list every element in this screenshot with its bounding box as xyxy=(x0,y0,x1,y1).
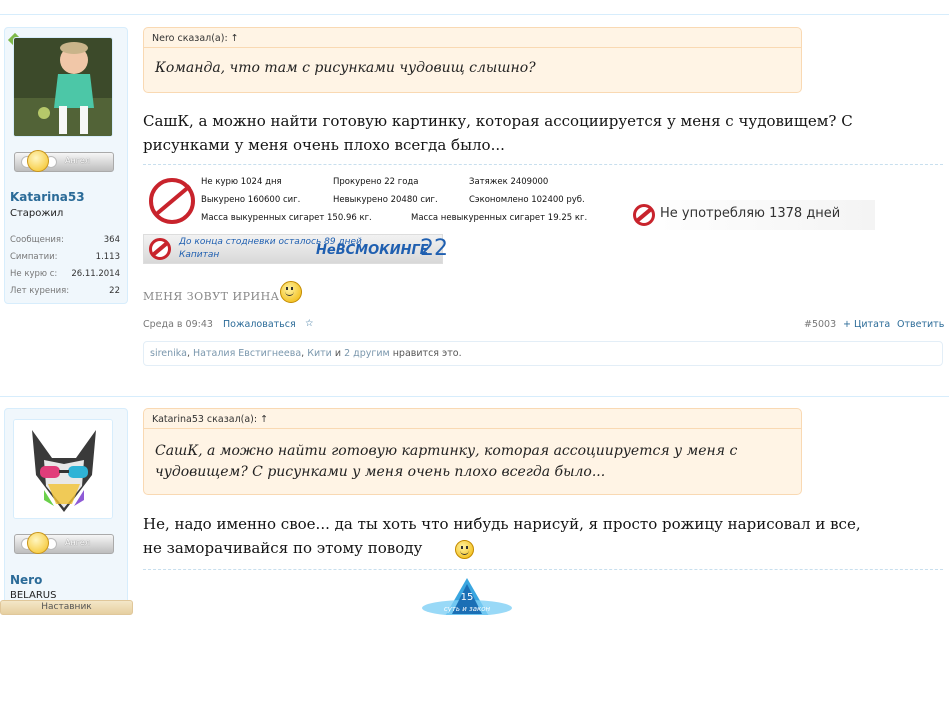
anniversary-badge-icon: 15 суть и закон xyxy=(420,578,515,615)
marathon-signature[interactable]: До конца стодневки осталось 89 дней Капи… xyxy=(143,234,448,264)
post-date[interactable]: Среда в 09:43 xyxy=(143,319,213,330)
rank-badge: Ангел xyxy=(14,150,114,172)
report-link[interactable]: Пожаловаться xyxy=(223,319,296,330)
stat-smoking-years: Лет курения: 22 xyxy=(10,286,120,296)
marathon-no-smoking-icon xyxy=(149,238,171,260)
like-user-1[interactable]: sirenika xyxy=(150,348,187,359)
svg-text:суть и закон: суть и закон xyxy=(444,605,491,613)
top-divider xyxy=(0,14,949,15)
quote-block: Nero сказал(а): ↑ Команда, что там с рис… xyxy=(143,27,802,93)
quote-text: СашК, а можно найти готовую картинку, ко… xyxy=(155,443,738,480)
user-title: Старожил xyxy=(10,208,64,219)
svg-text:15: 15 xyxy=(461,592,474,603)
no-use-icon xyxy=(633,204,655,226)
like-user-2[interactable]: Наталия Евстигнеева xyxy=(193,348,301,359)
message-text: Не, надо именно свое... да ты хоть что н… xyxy=(143,515,861,557)
star-icon[interactable]: ☆ xyxy=(305,318,314,329)
post-separator xyxy=(0,396,949,397)
quote-author[interactable]: Nero сказал(а): ↑ xyxy=(144,28,801,48)
smoking-counter-signature[interactable]: Не курю 1024 дня Прокурено 22 года Затяж… xyxy=(143,174,623,230)
quote-author[interactable]: Katarina53 сказал(а): ↑ xyxy=(144,409,801,429)
signature-divider xyxy=(143,164,943,165)
stat-quit-date: Не курю с: 26.11.2014 xyxy=(10,269,120,279)
mentor-badge: Наставник xyxy=(0,600,133,615)
quote-text: Команда, что там с рисунками чудовищ слы… xyxy=(155,60,536,76)
username[interactable]: Katarina53 xyxy=(10,190,85,204)
no-use-signature[interactable]: Не употребляю 1378 дней xyxy=(630,200,875,230)
likes-summary: sirenika, Наталия Евстигнеева, Кити и 2 … xyxy=(143,341,943,366)
angel-smiley-icon xyxy=(27,150,49,172)
smiley-icon xyxy=(280,281,302,303)
quote-button[interactable]: + Цитата xyxy=(843,319,890,330)
stat-likes: Симпатии: 1.113 xyxy=(10,252,120,262)
viewport-cutoff xyxy=(0,615,949,710)
like-user-3[interactable]: Кити xyxy=(307,348,332,359)
reply-button[interactable]: Ответить xyxy=(897,319,944,330)
username[interactable]: Nero xyxy=(10,573,42,587)
signature-name: МЕНЯ ЗОВУТ ИРИНА xyxy=(143,290,280,303)
avatar[interactable] xyxy=(13,419,113,519)
no-smoking-icon xyxy=(149,178,195,224)
rank-badge: Ангел xyxy=(14,532,114,554)
like-others-link[interactable]: 2 другим xyxy=(344,348,390,359)
stat-messages: Сообщения: 364 xyxy=(10,235,120,245)
signature-divider xyxy=(143,569,943,570)
smile-emoticon-icon xyxy=(455,540,474,559)
quote-block: Katarina53 сказал(а): ↑ СашК, а можно на… xyxy=(143,408,802,495)
message-text: СашК, а можно найти готовую картинку, ко… xyxy=(143,112,853,154)
post-number[interactable]: #5003 xyxy=(804,319,836,330)
angel-smiley-icon xyxy=(27,532,49,554)
avatar[interactable] xyxy=(13,37,113,137)
